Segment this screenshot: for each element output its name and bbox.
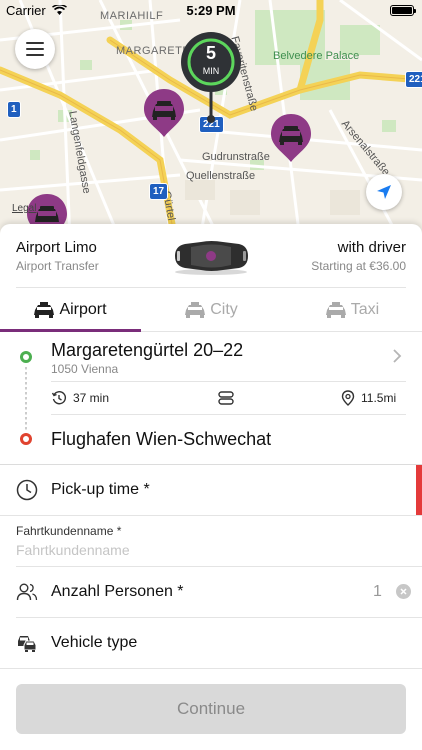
trip-distance: 11.5mi (341, 388, 396, 408)
continue-button[interactable]: Continue (16, 684, 406, 734)
chevron-right-icon[interactable] (390, 349, 404, 363)
service-subtitle: Airport Transfer (16, 259, 99, 273)
location-arrow-icon (377, 185, 391, 199)
road-badge: 17 (149, 183, 169, 200)
service-title: Airport Limo (16, 239, 97, 256)
dropoff-address[interactable]: Flughafen Wien-Schwechat (51, 429, 271, 450)
hamburger-icon (26, 42, 44, 44)
menu-button[interactable] (15, 29, 55, 69)
persons-label: Anzahl Personen * (51, 583, 184, 600)
tab-label: Taxi (350, 301, 380, 318)
taxi-icon (34, 302, 55, 318)
clock-icon (16, 479, 38, 501)
trip-duration: 37 min (51, 388, 109, 408)
limo-car-icon (175, 241, 248, 275)
active-tab-indicator (0, 329, 141, 332)
starting-price: Starting at €36.00 (311, 259, 406, 273)
vehicle-type-label: Vehicle type (51, 634, 138, 651)
legal-link[interactable]: Legal (12, 203, 36, 214)
taxi-icon (325, 302, 346, 318)
start-dot-icon (20, 351, 32, 363)
tab-label: Airport (59, 301, 107, 318)
taxi-marker[interactable] (269, 112, 313, 164)
divider (51, 381, 406, 382)
pickup-city: 1050 Vienna (51, 362, 119, 376)
tab-label: City (210, 301, 238, 318)
status-bar: Carrier 5:29 PM (0, 0, 422, 22)
distance-value: 11.5mi (361, 391, 397, 405)
persons-value[interactable]: 1 (373, 583, 382, 601)
eta-unit: MIN (202, 66, 220, 76)
tab-city[interactable]: City (141, 288, 281, 332)
duration-value: 37 min (73, 391, 110, 405)
map-view[interactable]: MARIAHILF MARGARETEN Favoritenstraße Bel… (0, 0, 422, 240)
eta-marker[interactable]: 5 MIN (180, 31, 242, 129)
vehicle-icon (18, 636, 37, 652)
end-dot-icon (20, 433, 32, 445)
road-badge: 221 (405, 71, 422, 88)
tab-airport[interactable]: Airport (0, 288, 140, 332)
persons-row[interactable]: Anzahl Personen * (0, 567, 422, 617)
divider (51, 414, 406, 415)
vehicle-type-row[interactable]: Vehicle type (0, 618, 422, 668)
status-time: 5:29 PM (186, 3, 236, 18)
pickup-time-label: Pick-up time * (51, 481, 150, 498)
map-pin-icon (341, 390, 355, 406)
service-tabs: Airport City Taxi (0, 288, 422, 332)
taxi-pin-icon (271, 114, 311, 162)
driver-option: with driver (337, 239, 406, 256)
pickup-time-row[interactable]: Pick-up time * (0, 465, 416, 515)
road-badge: 1 (7, 101, 21, 118)
pickup-address[interactable]: Margaretengürtel 20–22 (51, 340, 243, 361)
map-label-poi: Belvedere Palace (273, 50, 360, 62)
close-icon (400, 588, 407, 595)
required-indicator (416, 465, 422, 515)
people-icon (16, 583, 38, 601)
eta-value: 5 (205, 43, 216, 63)
customer-name-label: Fahrtkundenname * (16, 524, 122, 538)
map-label-street: Quellenstraße (186, 170, 256, 182)
divider (0, 668, 422, 669)
route-line (25, 367, 27, 432)
booking-panel: Airport Limo Airport Transfer with drive… (0, 224, 422, 750)
divider (0, 515, 422, 516)
clear-persons-button[interactable] (396, 584, 411, 599)
map-label-street: Gudrunstraße (202, 151, 270, 163)
route-icon (218, 391, 234, 405)
customer-name-input[interactable] (16, 542, 406, 558)
tab-taxi[interactable]: Taxi (282, 288, 422, 332)
taxi-icon (185, 302, 206, 318)
battery-icon (390, 5, 416, 16)
locate-me-button[interactable] (366, 174, 402, 210)
history-clock-icon (51, 391, 67, 405)
